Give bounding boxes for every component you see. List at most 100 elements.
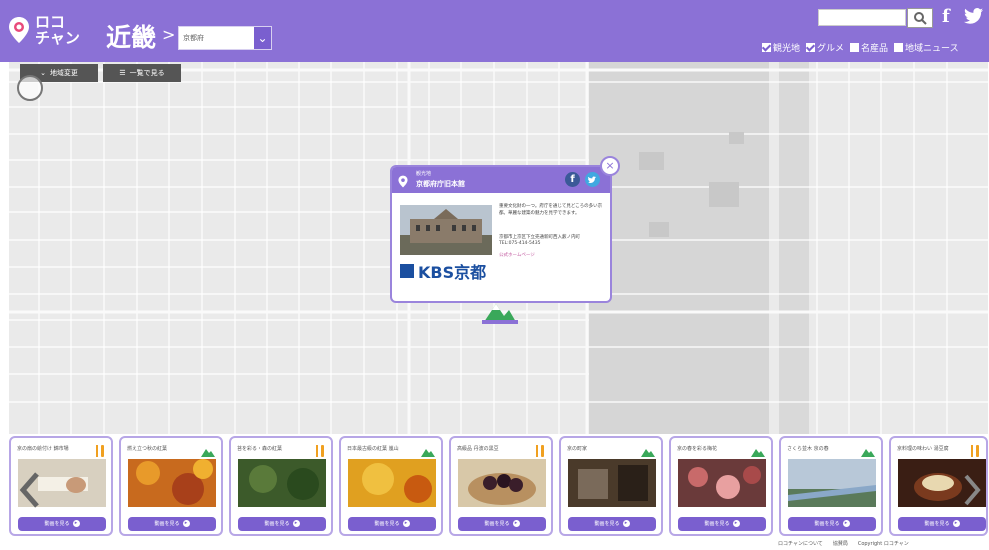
card-photo — [348, 459, 436, 507]
watch-video-button[interactable]: 動画を見る ▸ — [678, 517, 766, 531]
chevron-down-icon[interactable]: ⌄ — [254, 27, 271, 49]
card-title: 高級品 丹波の黒豆 — [457, 446, 499, 452]
video-card[interactable]: 京の春を彩る梅花 動画を見る ▸ — [669, 436, 773, 536]
watch-video-label: 動画を見る — [594, 521, 620, 527]
play-arrow-icon: ▸ — [72, 520, 80, 527]
facebook-icon[interactable]: f — [942, 6, 960, 27]
card-title: 日本最古級の紅葉 嵐山 — [347, 446, 399, 452]
card-title: 京の春を彩る梅花 — [677, 446, 718, 452]
popup-close-button[interactable]: × — [600, 156, 620, 176]
filter-specialties[interactable]: 名産品 — [850, 41, 888, 54]
popup-description: 重要文化財の一つ。府庁を通じて見どころの多い京都。華麗な建築の魅力を見学できます… — [499, 204, 603, 216]
filter-label: 地域ニュース — [905, 44, 959, 54]
search-icon — [914, 12, 927, 25]
about-link[interactable]: ロコチャンについて — [778, 540, 823, 547]
popup-header: 観光地 京都府庁旧本館 f — [392, 167, 610, 193]
watch-video-label: 動画を見る — [374, 521, 400, 527]
play-arrow-icon: ▸ — [402, 520, 410, 527]
play-arrow-icon: ▸ — [842, 520, 850, 527]
card-title: 苔を彩る・森の紅葉 — [237, 446, 283, 452]
twitter-icon[interactable] — [964, 7, 984, 25]
video-card[interactable]: 京の町家 動画を見る ▸ — [559, 436, 663, 536]
copyright-text: Copyright ロコチャン — [857, 541, 909, 547]
filter-gourmet[interactable]: グルメ — [806, 41, 844, 54]
region-change-label: 地域変更 — [49, 69, 78, 77]
watch-video-button[interactable]: 動画を見る ▸ — [788, 517, 876, 531]
card-photo — [568, 459, 656, 507]
twitter-share-icon[interactable] — [585, 172, 600, 187]
watch-video-button[interactable]: 動画を見る ▸ — [348, 517, 436, 531]
list-view-label: 一覧で見る — [129, 69, 165, 77]
play-arrow-icon: ▸ — [512, 520, 520, 527]
video-card[interactable]: 燃え立つ秋の紅葉 動画を見る ▸ — [119, 436, 223, 536]
list-icon: ☰ — [119, 69, 126, 77]
watch-video-label: 動画を見る — [44, 521, 70, 527]
kbs-mark-icon — [400, 264, 414, 278]
play-arrow-icon: ▸ — [182, 520, 190, 527]
popup-address: 京都市上京区下立売通新町西入薮ノ内町 TEL:075-414-5435 — [499, 235, 605, 247]
popup-tel: TEL:075-414-5435 — [499, 241, 541, 246]
search-input[interactable] — [818, 9, 906, 26]
carousel-next-icon[interactable] — [962, 470, 982, 510]
category-filters: 観光地 グルメ 名産品 地域ニュース — [762, 41, 959, 54]
video-card[interactable]: 苔を彩る・森の紅葉 動画を見る ▸ — [229, 436, 333, 536]
checkbox[interactable] — [806, 43, 816, 52]
watch-video-button[interactable]: 動画を見る ▸ — [898, 517, 986, 531]
watch-video-button[interactable]: 動画を見る ▸ — [128, 517, 216, 531]
region-title: 近畿 — [106, 23, 157, 52]
footer: ロコチャンについて 協賛局 Copyright ロコチャン — [778, 540, 909, 547]
play-arrow-icon: ▸ — [622, 520, 630, 527]
watch-video-label: 動画を見る — [264, 521, 290, 527]
filter-label: グルメ — [817, 44, 845, 54]
map-pan-control[interactable] — [17, 75, 43, 101]
chevron-down-icon: ⌄ — [40, 69, 46, 77]
checkbox[interactable] — [894, 43, 904, 52]
checkbox[interactable] — [762, 43, 771, 52]
popup-category: 観光地 — [416, 171, 432, 177]
breadcrumb-separator: > — [162, 25, 176, 44]
header-bar: ロコ チャン 近畿 > 京都府 ⌄ f 観光地 グルメ 名産品 地域ニュース — [0, 0, 989, 62]
watch-video-button[interactable]: 動画を見る ▸ — [458, 517, 546, 531]
play-arrow-icon: ▸ — [952, 520, 960, 527]
card-title: さくら並木 京の春 — [787, 446, 829, 452]
broadcaster-logo: KBS京都 — [400, 259, 486, 283]
facebook-share-icon[interactable]: f — [565, 172, 580, 187]
watch-video-button[interactable]: 動画を見る ▸ — [568, 517, 656, 531]
filter-local-news[interactable]: 地域ニュース — [894, 41, 959, 54]
official-site-link[interactable]: 公式ホームページ — [499, 252, 535, 258]
location-pin-icon — [398, 173, 408, 192]
filter-label: 名産品 — [861, 44, 889, 54]
video-card[interactable]: 高級品 丹波の黒豆 動画を見る ▸ — [449, 436, 553, 536]
video-card[interactable]: さくら並木 京の春 動画を見る ▸ — [779, 436, 883, 536]
carousel-prev-icon[interactable] — [17, 470, 41, 510]
watch-video-label: 動画を見る — [154, 521, 180, 527]
checkbox[interactable] — [850, 43, 860, 52]
broadcaster-name: KBS京都 — [418, 263, 487, 282]
prefecture-value: 京都府 — [183, 34, 204, 42]
watch-video-button[interactable]: 動画を見る ▸ — [18, 517, 106, 531]
location-pin-icon — [8, 16, 30, 44]
card-photo — [458, 459, 546, 507]
play-arrow-icon: ▸ — [292, 520, 300, 527]
filter-sightseeing[interactable]: 観光地 — [762, 41, 800, 54]
card-photo — [788, 459, 876, 507]
list-view-button[interactable]: ☰ 一覧で見る — [103, 64, 181, 82]
prefecture-select[interactable]: 京都府 ⌄ — [178, 26, 272, 50]
popup-photo — [400, 205, 492, 255]
mountain-marker-icon[interactable] — [482, 300, 518, 328]
stations-link[interactable]: 協賛局 — [833, 540, 848, 547]
card-title: 京の扇の絵付け 錦市場 — [17, 446, 69, 452]
play-arrow-icon: ▸ — [732, 520, 740, 527]
watch-video-label: 動画を見る — [484, 521, 510, 527]
site-logo[interactable]: ロコ チャン — [8, 14, 80, 46]
card-photo — [238, 459, 326, 507]
video-card[interactable]: 日本最古級の紅葉 嵐山 動画を見る ▸ — [339, 436, 443, 536]
logo-line-2: チャン — [35, 29, 80, 47]
card-title: 京料理の味わい 湯豆腐 — [897, 446, 949, 452]
filter-label: 観光地 — [773, 44, 801, 54]
search-button[interactable] — [907, 8, 933, 28]
card-photo — [128, 459, 216, 507]
watch-video-label: 動画を見る — [814, 521, 840, 527]
watch-video-button[interactable]: 動画を見る ▸ — [238, 517, 326, 531]
logo-line-1: ロコ — [35, 13, 66, 31]
